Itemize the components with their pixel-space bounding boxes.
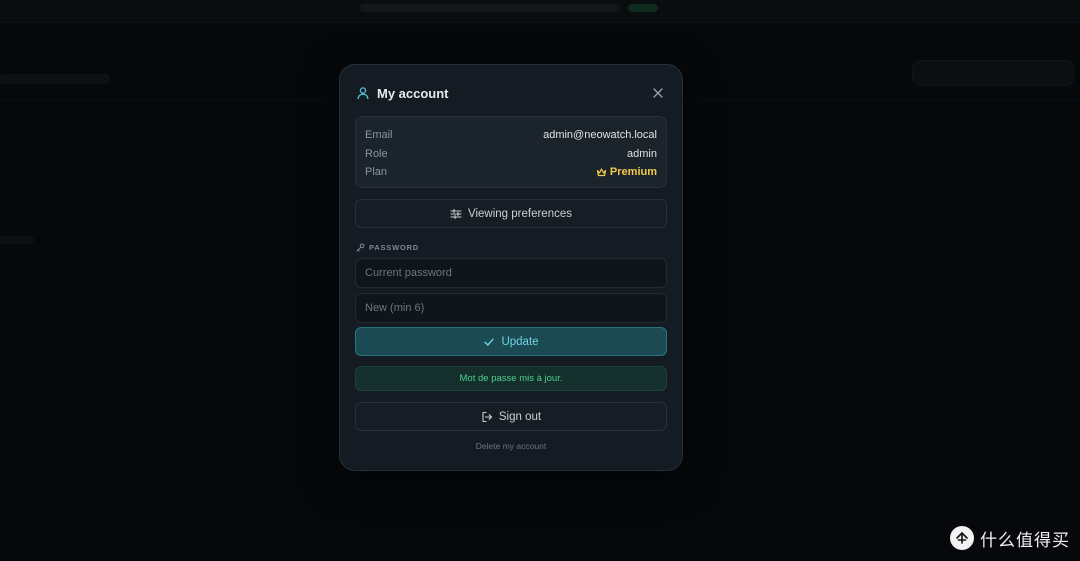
my-account-modal: My account Email admin@neowatch.local Ro… (339, 64, 683, 471)
sign-out-button[interactable]: Sign out (355, 402, 667, 431)
user-icon (356, 86, 370, 100)
close-button[interactable] (650, 85, 666, 101)
role-value: admin (627, 147, 657, 160)
info-row-plan: Plan Premium (365, 163, 657, 182)
viewing-preferences-button[interactable]: Viewing preferences (355, 199, 667, 228)
update-password-button[interactable]: Update (355, 327, 667, 356)
background-topbar-badge (628, 4, 658, 12)
background-heading (0, 74, 110, 84)
plan-label: Plan (365, 166, 388, 179)
password-updated-text: Mot de passe mis à jour. (459, 373, 563, 384)
viewing-preferences-label: Viewing preferences (468, 207, 572, 220)
key-icon (356, 243, 365, 252)
plan-value-text: Premium (609, 166, 657, 179)
info-row-email: Email admin@neowatch.local (365, 126, 657, 145)
password-updated-message: Mot de passe mis à jour. (355, 366, 667, 391)
new-password-input[interactable] (355, 293, 667, 323)
crown-icon (596, 167, 607, 178)
watermark-logo-icon (950, 526, 974, 550)
watermark: 什么值得买 (950, 525, 1070, 551)
password-section-label: PASSWORD (356, 241, 419, 253)
watermark-text: 什么值得买 (980, 530, 1070, 551)
plan-value: Premium (596, 166, 657, 178)
page: My account Email admin@neowatch.local Ro… (0, 0, 1080, 561)
password-section-text: PASSWORD (369, 242, 420, 252)
sign-out-label: Sign out (498, 410, 542, 423)
current-password-input[interactable] (355, 258, 667, 288)
check-icon (483, 336, 495, 348)
sliders-icon (450, 208, 462, 220)
background-topbar-text (360, 4, 620, 12)
modal-title: My account (377, 85, 449, 101)
sign-out-icon (481, 411, 493, 423)
update-password-label: Update (501, 335, 539, 348)
background-topbar (0, 0, 1080, 23)
modal-header: My account (356, 83, 666, 103)
account-info-card: Email admin@neowatch.local Role admin Pl… (355, 116, 667, 188)
background-item (0, 236, 34, 244)
email-label: Email (365, 129, 393, 142)
email-value: admin@neowatch.local (543, 129, 657, 142)
info-row-role: Role admin (365, 145, 657, 164)
background-button (912, 60, 1074, 86)
close-icon (653, 88, 663, 98)
delete-account-link[interactable]: Delete my account (355, 441, 667, 453)
role-label: Role (365, 147, 388, 160)
